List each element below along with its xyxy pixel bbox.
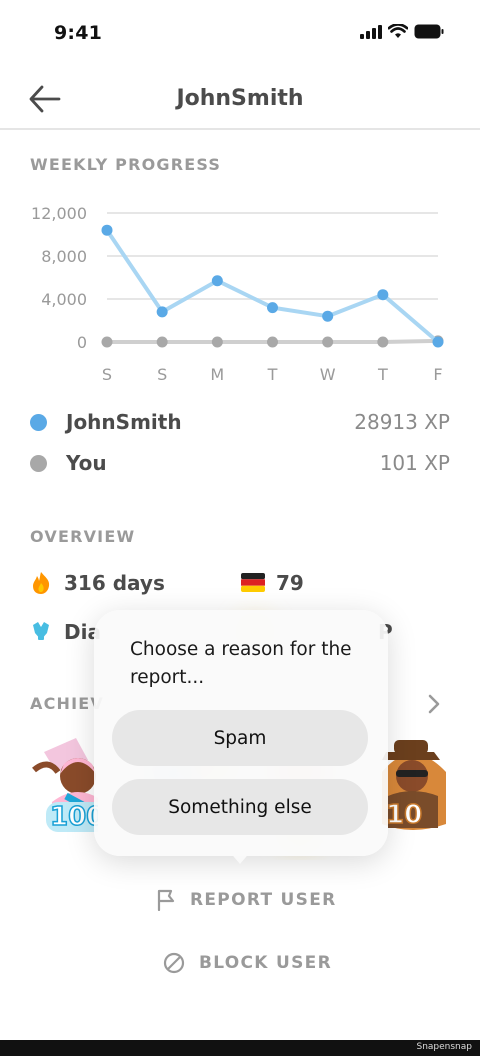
series-point-johnsmith [432, 336, 444, 348]
legend-xp-johnsmith: 28913 XP [354, 410, 450, 434]
y-tick-label: 8,000 [41, 247, 87, 266]
course-count: 79 [276, 571, 304, 595]
legend-xp-you: 101 XP [379, 451, 450, 475]
signal-icon [360, 24, 382, 39]
legend-name-johnsmith: JohnSmith [66, 410, 182, 434]
weekly-progress-title: WEEKLY PROGRESS [30, 155, 222, 174]
watermark: Snapensnap [416, 1042, 472, 1052]
series-point-johnsmith [211, 275, 223, 287]
top-nav: JohnSmith [0, 72, 480, 130]
y-tick-label: 0 [77, 333, 87, 352]
x-tick-label: T [377, 365, 388, 384]
x-tick-label: M [210, 365, 224, 384]
report-reason-popup: Choose a reason for the report... Spam S… [94, 610, 388, 856]
streak-days: 316 days [64, 571, 165, 595]
spam-option-button[interactable]: Spam [112, 710, 368, 766]
x-tick-label: W [320, 365, 336, 384]
x-tick-label: F [433, 365, 442, 384]
series-point-johnsmith [156, 306, 168, 318]
series-point-you [156, 336, 168, 348]
page-title: JohnSmith [176, 86, 304, 111]
series-point-you [322, 336, 334, 348]
block-user-label: BLOCK USER [199, 953, 332, 973]
series-point-johnsmith [267, 302, 278, 314]
series-point-johnsmith [101, 224, 113, 236]
flag-icon [157, 889, 175, 911]
fire-icon [33, 572, 50, 594]
legend-name-you: You [66, 451, 107, 475]
popup-pointer [228, 850, 252, 864]
report-user-label: REPORT USER [190, 890, 337, 910]
popup-title: Choose a reason for the report... [130, 639, 352, 688]
status-time: 9:41 [54, 22, 103, 44]
y-tick-label: 12,000 [31, 204, 87, 223]
bottom-bar [0, 1040, 480, 1056]
report-user-button[interactable]: REPORT USER [156, 889, 337, 911]
legend-dot-johnsmith [30, 414, 47, 431]
wifi-icon [388, 24, 408, 38]
series-point-you [101, 336, 113, 348]
series-point-johnsmith [377, 289, 389, 301]
legend-dot-you [30, 455, 47, 472]
german-flag-icon [241, 573, 265, 592]
series-point-johnsmith [322, 310, 334, 322]
status-icons [360, 24, 444, 39]
overview-title: OVERVIEW [30, 527, 136, 546]
weekly-progress-chart: 12,000 8,000 4,000 0 S S M T W T F [31, 204, 444, 384]
battery-icon [414, 24, 444, 39]
y-tick-label: 4,000 [41, 290, 87, 309]
series-point-you [377, 336, 389, 348]
x-tick-label: S [157, 365, 167, 384]
x-tick-label: S [102, 365, 112, 384]
series-line-johnsmith [105, 228, 440, 344]
series-point-you [267, 336, 278, 348]
x-tick-label: T [267, 365, 278, 384]
series-point-you [211, 336, 223, 348]
block-icon [163, 952, 185, 974]
something-else-option-button[interactable]: Something else [112, 779, 368, 835]
block-user-button[interactable]: BLOCK USER [163, 952, 332, 974]
